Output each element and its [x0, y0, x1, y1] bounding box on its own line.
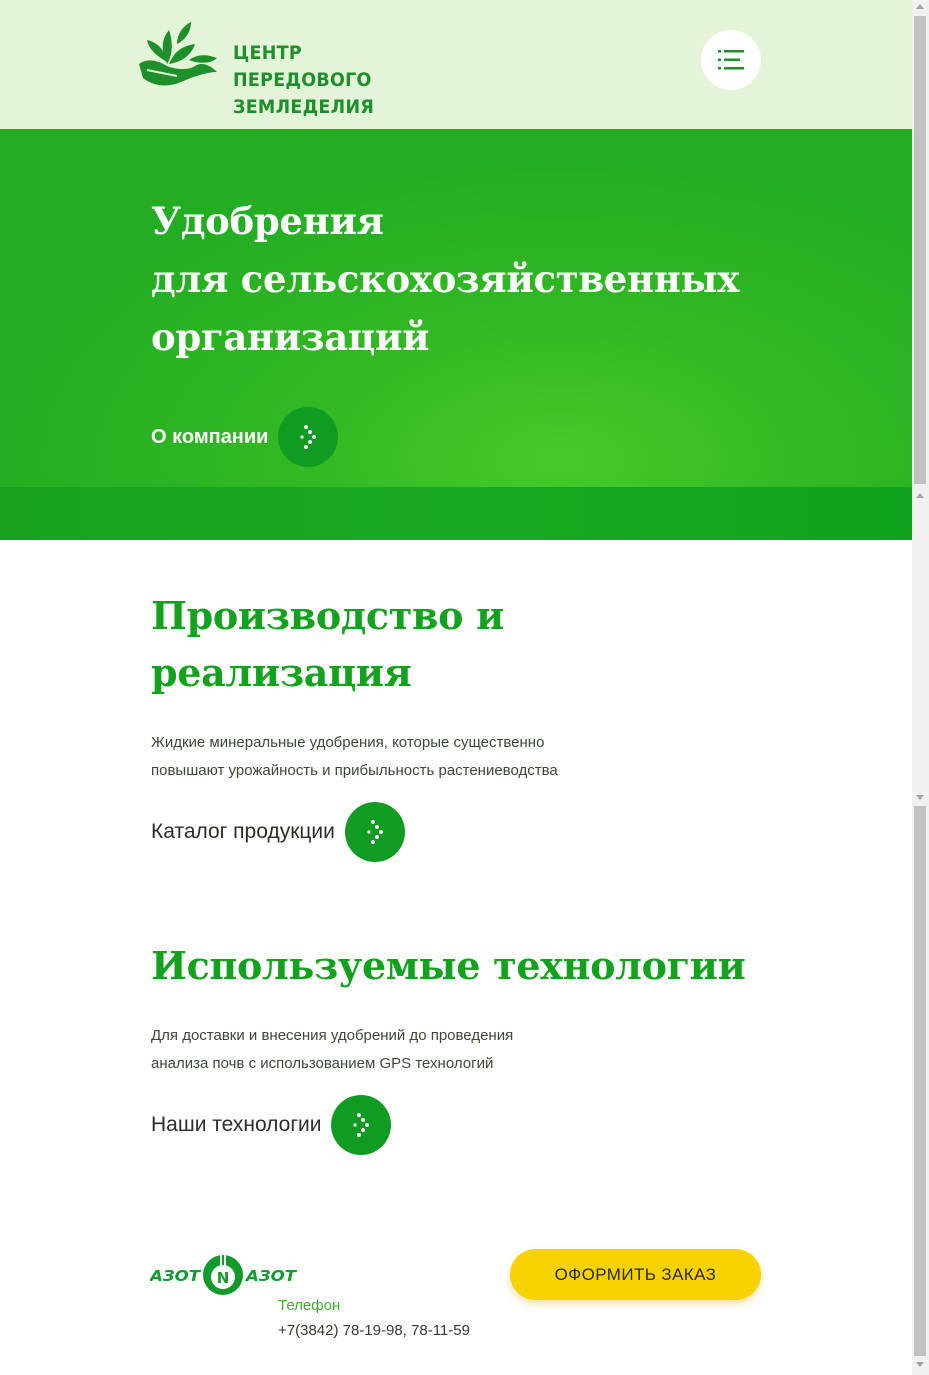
svg-text:АЗОТ: АЗОТ [150, 1267, 202, 1285]
hero-bottom-strip [0, 487, 912, 540]
site-header: ЦЕНТР ПЕРЕДОВОГО ЗЕМЛЕДЕЛИЯ [0, 0, 912, 129]
technologies-section-description: Для доставки и внесения удобрений до про… [151, 1022, 513, 1078]
hero-title: Удобрения для сельскохозяйственных орган… [151, 192, 739, 366]
production-section-description: Жидкие минеральные удобрения, которые су… [151, 729, 558, 785]
menu-button[interactable] [701, 30, 761, 90]
production-desc-line-1: Жидкие минеральные удобрения, которые су… [151, 734, 545, 751]
svg-text:АЗОТ: АЗОТ [245, 1267, 298, 1285]
logo-line-2: ЗЕМЛЕДЕЛИЯ [233, 96, 375, 118]
dotted-arrow-right-icon [300, 425, 317, 449]
page-scrollbar[interactable] [912, 0, 929, 1375]
page: ЦЕНТР ПЕРЕДОВОГО ЗЕМЛЕДЕЛИЯ Удобрения дл… [0, 0, 912, 1375]
technologies-section-title: Используемые технологии [151, 937, 746, 994]
technologies-desc-line-1: Для доставки и внесения удобрений до про… [151, 1027, 514, 1044]
our-technologies-arrow-button[interactable] [331, 1095, 392, 1155]
scrollbar-thumb-lower[interactable] [914, 806, 926, 1356]
our-technologies-label: Наши технологии [151, 1113, 322, 1136]
product-catalog-link[interactable]: Каталог продукции [151, 801, 405, 863]
phone-label: Телефон [278, 1297, 341, 1314]
production-section-title: Производство и реализация [151, 587, 504, 701]
leaves-hand-icon [139, 22, 217, 86]
scrollbar-thumb-upper[interactable] [914, 16, 926, 484]
svg-text:N: N [217, 1269, 230, 1287]
about-company-arrow-button[interactable] [278, 407, 339, 467]
production-desc-line-2: повышают урожайность и прибыльность раст… [151, 762, 558, 779]
about-company-label: О компании [151, 425, 269, 448]
hero-title-line-3: организаций [151, 315, 430, 359]
technologies-desc-line-2: анализа почв с использованием GPS технол… [151, 1055, 494, 1072]
place-order-button[interactable]: ОФОРМИТЬ ЗАКАЗ [510, 1249, 761, 1300]
production-title-line-2: реализация [151, 650, 412, 695]
scroll-up-arrow-icon[interactable] [916, 4, 924, 9]
product-catalog-label: Каталог продукции [151, 820, 335, 843]
phone-number[interactable]: +7(3842) 78-19-98, 78-11-59 [278, 1322, 470, 1339]
azot-partner-logo[interactable]: АЗОТ N АЗОТ [150, 1252, 298, 1296]
scroll-up-arrow-icon-secondary[interactable] [916, 493, 924, 498]
production-title-line-1: Производство и [151, 593, 504, 638]
scroll-down-arrow-icon[interactable] [916, 1362, 924, 1367]
about-company-link[interactable]: О компании [151, 406, 339, 468]
dotted-arrow-right-icon [367, 820, 383, 844]
our-technologies-link[interactable]: Наши технологии [151, 1094, 392, 1156]
hero-title-line-2: для сельскохозяйственных [151, 257, 740, 301]
hero-title-line-1: Удобрения [151, 199, 384, 243]
site-logo[interactable]: ЦЕНТР ПЕРЕДОВОГО ЗЕМЛЕДЕЛИЯ [137, 20, 457, 118]
scroll-down-arrow-icon-secondary[interactable] [916, 795, 924, 800]
product-catalog-arrow-button[interactable] [344, 802, 405, 862]
logo-text: ЦЕНТР ПЕРЕДОВОГО ЗЕМЛЕДЕЛИЯ [233, 40, 439, 121]
dotted-arrow-right-icon [353, 1113, 370, 1137]
menu-list-icon [718, 50, 744, 70]
technologies-title-line-1: Используемые технологии [151, 943, 746, 988]
logo-line-1: ЦЕНТР ПЕРЕДОВОГО [233, 42, 372, 91]
